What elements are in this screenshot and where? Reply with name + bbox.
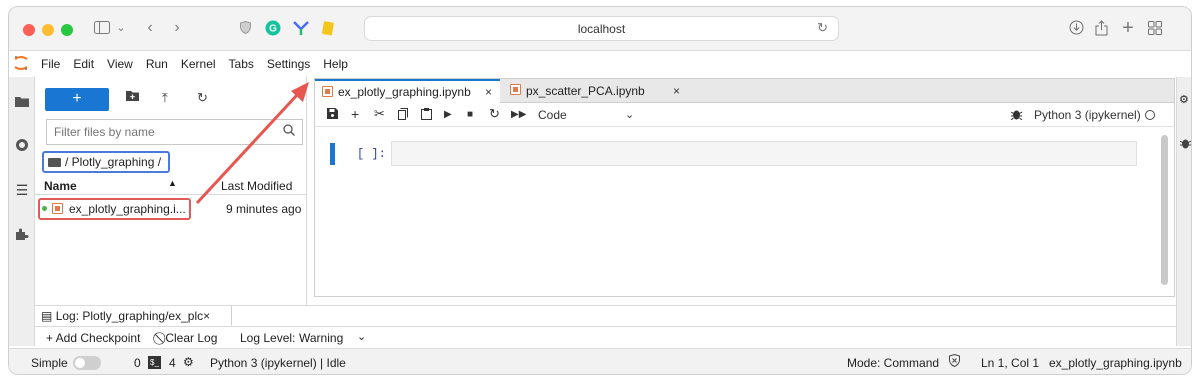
simple-mode-toggle[interactable] (73, 356, 101, 370)
clear-log-label: Clear Log (165, 331, 218, 345)
status-bar: Simple 0 $_ 4 ⚙ Python 3 (ipykernel) | I… (9, 348, 1191, 374)
log-toolbar: + Add Checkpoint ⃠ Clear Log Log Level: … (35, 326, 1176, 348)
terminal-icon[interactable]: $_ (148, 356, 161, 369)
clear-log-button[interactable]: ⃠ Clear Log (162, 331, 217, 346)
close-log-icon[interactable]: × (203, 309, 210, 323)
log-console-panel: ▤ Log: Plotly_graphing/ex_plc× + Add Che… (35, 305, 1176, 347)
log-level-label: Log Level: (240, 331, 296, 345)
kernel-status[interactable]: Python 3 (ipykernel) | Idle (210, 356, 346, 370)
current-filename: ex_plotly_graphing.ipynb (1049, 356, 1182, 370)
log-level-select[interactable]: Warning (299, 331, 343, 345)
notebook-mode: Mode: Command (847, 356, 940, 370)
chevron-down-icon[interactable]: ⌄ (357, 330, 366, 343)
kernel-chip-icon[interactable]: ⚙ (183, 355, 194, 369)
log-tab[interactable]: ▤ Log: Plotly_graphing/ex_plc× (35, 306, 232, 326)
simple-mode-label: Simple (31, 356, 68, 370)
log-tab-label: Log: Plotly_graphing/ex_plc (55, 309, 204, 323)
add-checkpoint-button[interactable]: + Add Checkpoint (46, 331, 140, 345)
kernel-count[interactable]: 4 (169, 356, 176, 370)
log-icon: ▤ (41, 309, 53, 323)
browser-window: ⌄ ‹ › G localhost ↻ + File Edit View Run… (8, 6, 1192, 375)
terminal-count[interactable]: 0 (134, 356, 141, 370)
trust-shield-icon[interactable] (949, 353, 960, 370)
cursor-position[interactable]: Ln 1, Col 1 (981, 356, 1039, 370)
